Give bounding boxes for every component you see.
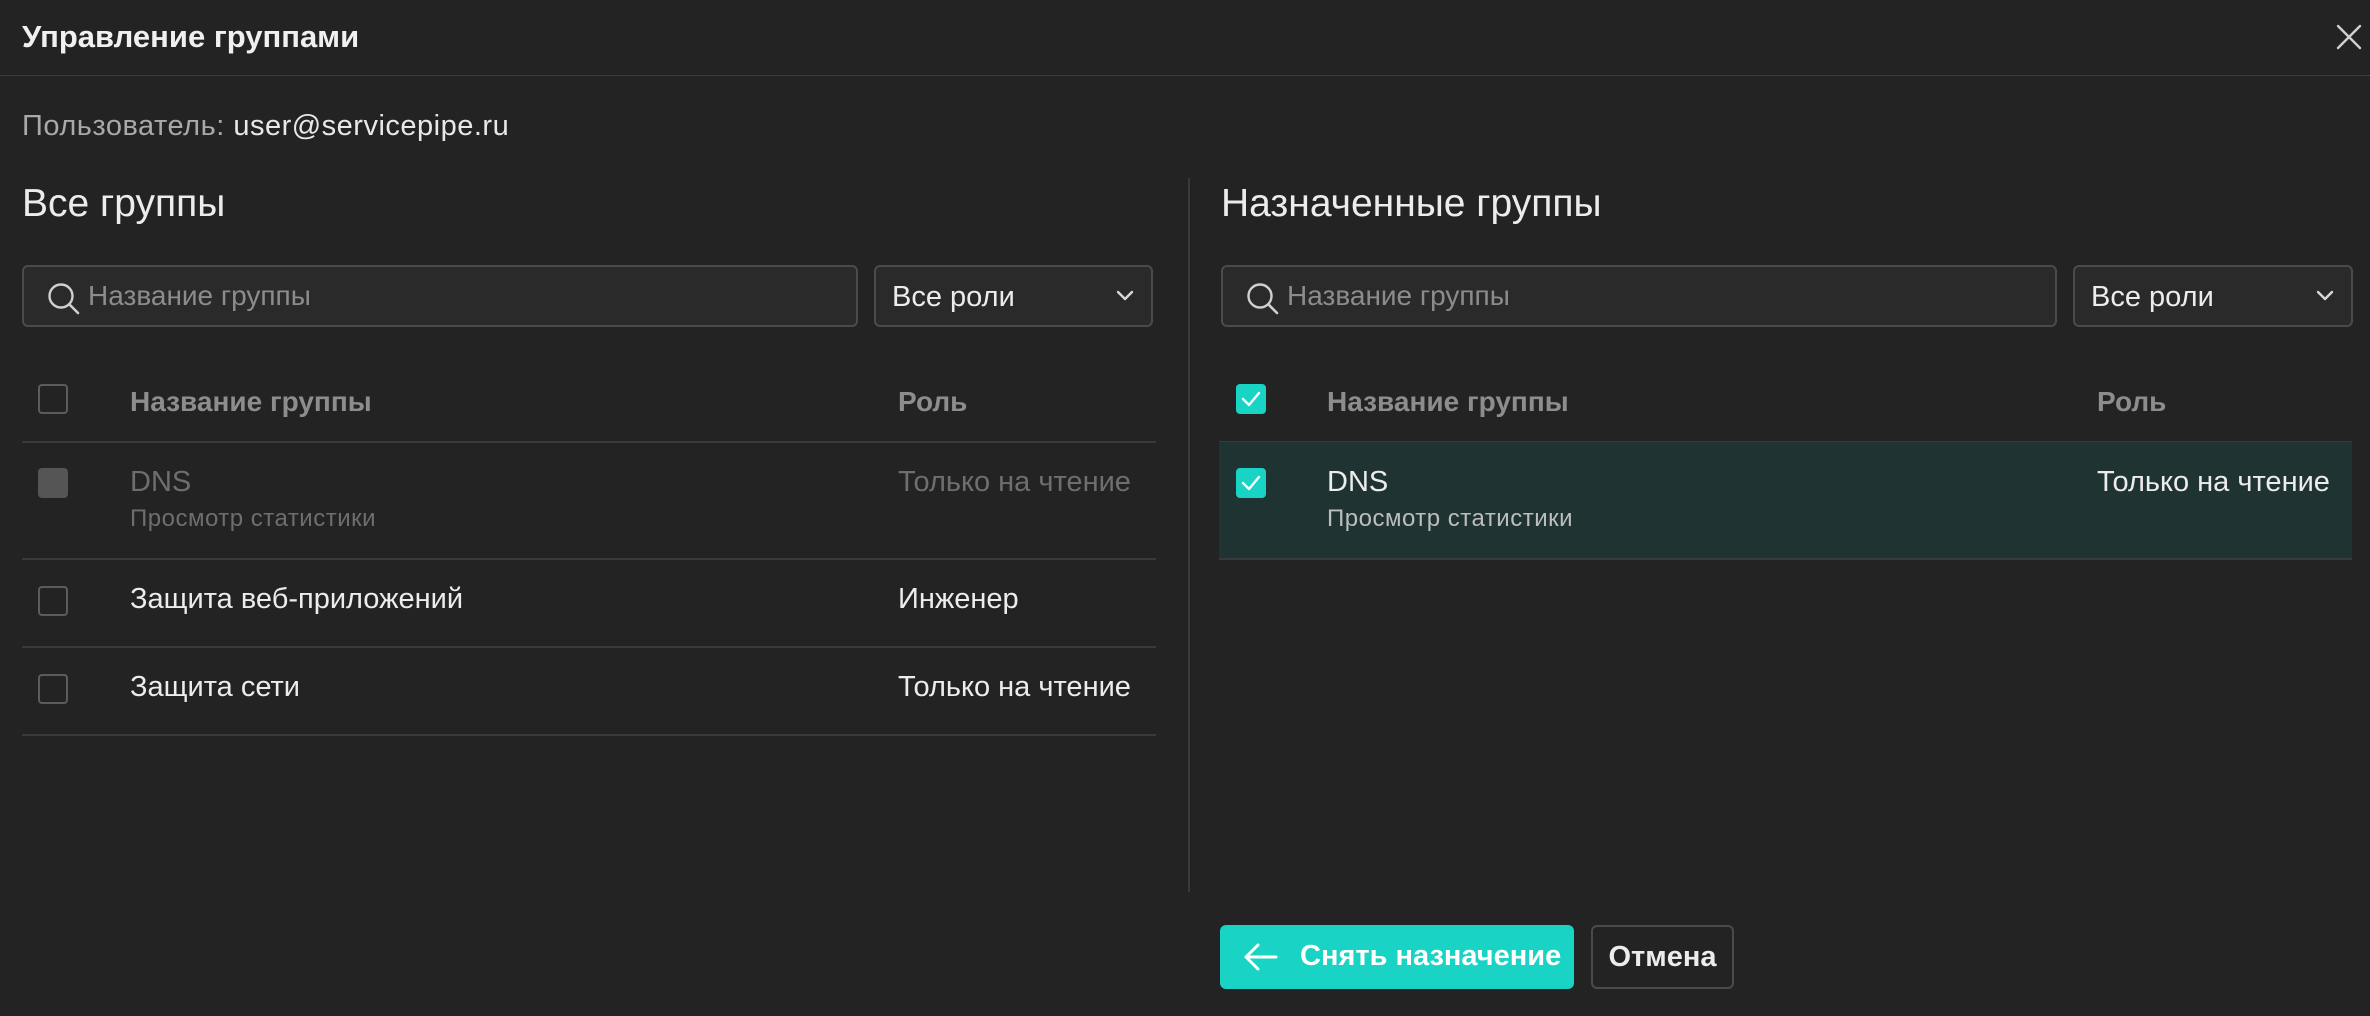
close-icon[interactable] xyxy=(2334,22,2364,52)
role-select-value: Все роли xyxy=(892,281,1015,313)
group-description: Просмотр статистики xyxy=(1327,505,1574,532)
all-groups-title: Все группы xyxy=(22,182,226,225)
column-header-role: Роль xyxy=(2097,386,2167,417)
cancel-button-label: Отмена xyxy=(1608,941,1717,973)
assigned-groups-title: Назначенные группы xyxy=(1221,182,1602,225)
group-name: Защита веб-приложений xyxy=(130,583,464,615)
group-role: Инженер xyxy=(898,583,1019,615)
row-checkbox[interactable] xyxy=(38,586,68,616)
column-header-role: Роль xyxy=(898,386,968,417)
search-icon xyxy=(48,283,80,315)
group-name: Защита сети xyxy=(130,671,300,703)
group-role: Только на чтение xyxy=(898,466,1131,498)
column-header-name: Название группы xyxy=(130,386,372,417)
unassign-button-label: Снять назначение xyxy=(1300,940,1562,972)
unassign-button[interactable]: Снять назначение xyxy=(1220,925,1574,989)
group-name: DNS xyxy=(130,466,192,498)
checkmark-icon xyxy=(1241,391,1261,407)
user-email: user@servicepipe.ru xyxy=(233,110,510,142)
row-checkbox xyxy=(38,468,68,498)
assigned-groups-role-select[interactable]: Все роли xyxy=(2073,265,2353,327)
row-checkbox[interactable] xyxy=(1236,468,1266,498)
all-groups-role-select[interactable]: Все роли xyxy=(874,265,1153,327)
all-groups-search[interactable] xyxy=(22,265,858,327)
select-all-checkbox[interactable] xyxy=(38,384,68,414)
column-header-name: Название группы xyxy=(1327,386,1569,417)
user-info: Пользователь: user@servicepipe.ru xyxy=(22,110,509,143)
group-description: Просмотр статистики xyxy=(130,505,377,532)
chevron-down-icon xyxy=(2316,290,2334,301)
assigned-groups-search-input[interactable] xyxy=(1287,267,2039,325)
group-role: Только на чтение xyxy=(898,671,1131,703)
role-select-value: Все роли xyxy=(2091,281,2214,313)
dialog-header: Управление группами xyxy=(0,0,2370,76)
panel-divider xyxy=(1188,178,1190,892)
search-icon xyxy=(1247,283,1279,315)
group-role: Только на чтение xyxy=(2097,466,2330,498)
divider xyxy=(22,646,1156,648)
divider xyxy=(22,558,1156,560)
cancel-button[interactable]: Отмена xyxy=(1591,925,1734,989)
select-all-checkbox[interactable] xyxy=(1236,384,1266,414)
assigned-groups-search[interactable] xyxy=(1221,265,2057,327)
divider xyxy=(1219,558,2352,560)
divider xyxy=(22,734,1156,736)
manage-groups-dialog: Управление группами Пользователь: user@s… xyxy=(0,0,2370,1016)
user-label: Пользователь: xyxy=(22,110,225,142)
group-name: DNS xyxy=(1327,466,1389,498)
divider xyxy=(22,441,1156,443)
all-groups-search-input[interactable] xyxy=(88,267,840,325)
table-row-selected[interactable] xyxy=(1219,442,2352,558)
chevron-down-icon xyxy=(1116,290,1134,301)
checkmark-icon xyxy=(1241,475,1261,491)
arrow-left-icon xyxy=(1244,943,1278,971)
dialog-title: Управление группами xyxy=(22,19,360,54)
row-checkbox[interactable] xyxy=(38,674,68,704)
